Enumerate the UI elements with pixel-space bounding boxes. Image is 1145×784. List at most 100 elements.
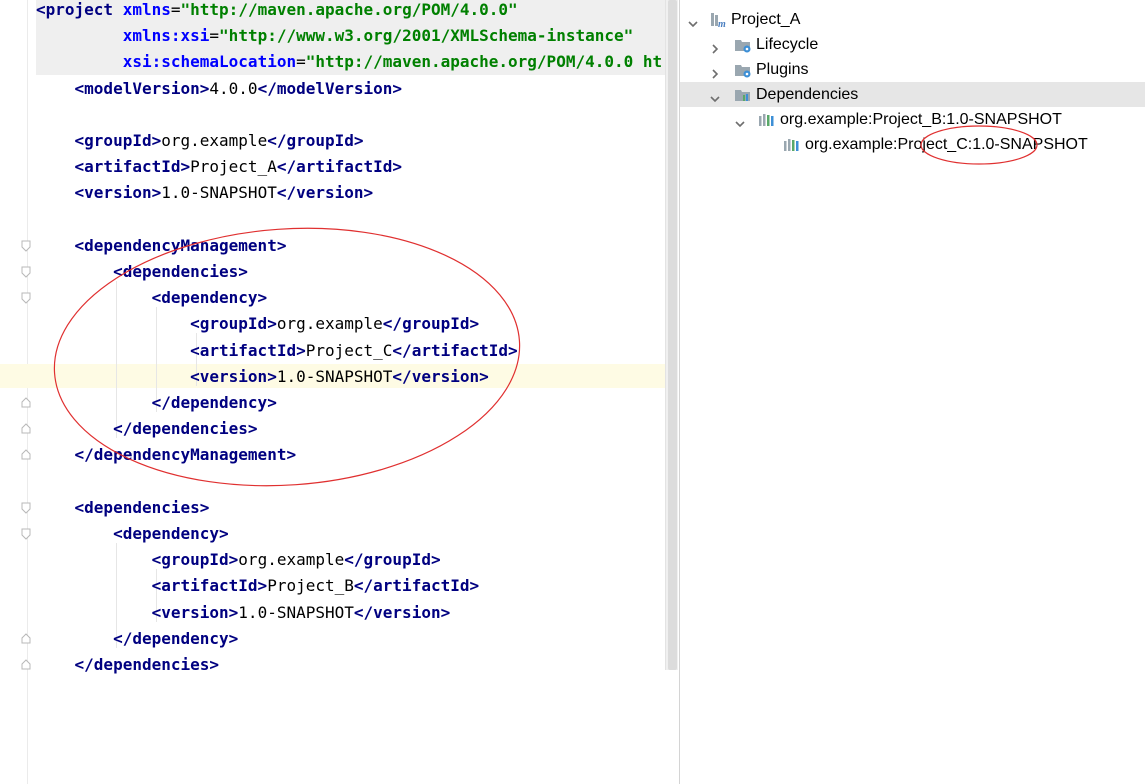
code-line[interactable]: <groupId>org.example</groupId>: [36, 547, 441, 573]
tree-item-label: Project_A: [731, 11, 801, 28]
code-line[interactable]: </dependencies>: [36, 652, 220, 678]
xml-tag: <artifactId>: [74, 157, 191, 177]
xml-tag: </dependency>: [113, 628, 239, 648]
xml-tag: <artifactId>: [151, 576, 268, 596]
xml-text: [36, 498, 75, 517]
code-line[interactable]: <groupId>org.example</groupId>: [36, 311, 479, 337]
code-line[interactable]: <version>1.0-SNAPSHOT</version>: [36, 600, 451, 626]
xml-tag: </groupId>: [344, 550, 441, 570]
xml-tag: </dependencies>: [113, 419, 258, 439]
xml-tag: </artifactId>: [392, 340, 518, 360]
code-line[interactable]: </dependency>: [36, 626, 238, 652]
xml-text: 1.0-SNAPSHOT: [161, 183, 277, 203]
code-line[interactable]: xsi:schemaLocation="http://maven.apache.…: [36, 49, 665, 76]
maven-module-icon: m: [709, 11, 727, 30]
library-icon: [783, 136, 801, 154]
xml-tag: <modelVersion>: [74, 78, 210, 98]
svg-text:m: m: [718, 19, 726, 29]
code-line[interactable]: </dependencies>: [36, 416, 258, 442]
code-line[interactable]: <dependency>: [36, 521, 229, 547]
code-line[interactable]: <dependencyManagement>: [36, 233, 287, 259]
tree-item-project-b[interactable]: org.example:Project_B:1.0-SNAPSHOT: [680, 107, 1145, 132]
xml-text: [36, 183, 75, 202]
fold-end-icon[interactable]: [20, 423, 32, 435]
library-icon: [758, 111, 776, 129]
tree-item-plugins[interactable]: Plugins: [680, 57, 1145, 82]
xml-tag: </artifactId>: [276, 157, 403, 177]
code-line[interactable]: <dependencies>: [36, 259, 248, 285]
xml-text: [36, 52, 123, 71]
xml-text: org.example: [238, 550, 345, 570]
code-line[interactable]: <artifactId>Project_C</artifactId>: [36, 338, 518, 364]
xml-text: [36, 524, 113, 543]
xml-text: [36, 26, 123, 45]
fold-start-icon[interactable]: [20, 292, 32, 304]
xml-text: 1.0-SNAPSHOT: [238, 602, 354, 622]
xml-text: Project_A: [190, 157, 277, 177]
chevron-down-icon[interactable]: [709, 88, 721, 103]
xml-text: [36, 367, 190, 386]
fold-start-icon[interactable]: [20, 502, 32, 514]
xml-text: [36, 157, 75, 176]
code-line[interactable]: </dependencyManagement>: [36, 442, 297, 468]
code-line[interactable]: <artifactId>Project_A</artifactId>: [36, 154, 403, 180]
tree-item-project-a[interactable]: m Project_A: [680, 7, 1145, 32]
xml-tag: <artifactId>: [190, 340, 306, 360]
code-line[interactable]: <groupId>org.example</groupId>: [36, 128, 364, 154]
xml-text: [36, 603, 152, 622]
xml-text: [36, 629, 113, 648]
xml-text: [36, 262, 113, 281]
fold-end-icon[interactable]: [20, 659, 32, 671]
plugins-folder-icon: [734, 61, 752, 79]
xml-tag: <groupId>: [151, 550, 239, 570]
xml-text: org.example: [276, 314, 383, 334]
xml-tag: </dependencyManagement>: [74, 445, 297, 465]
fold-start-icon[interactable]: [20, 266, 32, 278]
xml-tag: </dependency>: [151, 393, 277, 412]
code-line[interactable]: xmlns:xsi="http://www.w3.org/2001/XMLSch…: [36, 23, 665, 50]
xml-text: [36, 445, 75, 464]
xml-tag: </version>: [392, 366, 489, 386]
code-line[interactable]: <artifactId>Project_B</artifactId>: [36, 573, 480, 599]
tree-item-label: Lifecycle: [756, 36, 819, 53]
code-line[interactable]: <dependency>: [36, 285, 268, 311]
code-line[interactable]: <modelVersion>4.0.0</modelVersion>: [36, 76, 403, 102]
code-editor[interactable]: <project xmlns="http://maven.apache.org/…: [0, 0, 678, 784]
tree-item-label: org.example:Project_C:1.0-SNAPSHOT: [805, 136, 1088, 153]
fold-end-icon[interactable]: [20, 633, 32, 645]
xml-text: =: [170, 0, 181, 19]
tree-item-label: Plugins: [756, 61, 809, 78]
editor-gutter: [0, 0, 31, 784]
tree-item-label: org.example:Project_B:1.0-SNAPSHOT: [780, 111, 1062, 128]
lifecycle-folder-icon: [734, 36, 752, 54]
code-line[interactable]: </dependency>: [36, 390, 277, 416]
tree-item-lifecycle[interactable]: Lifecycle: [680, 32, 1145, 57]
xml-attribute: xmlns:xsi: [122, 26, 210, 46]
code-line[interactable]: <dependencies>: [36, 495, 210, 521]
code-line[interactable]: <version>1.0-SNAPSHOT</version>: [36, 364, 489, 390]
fold-end-icon[interactable]: [20, 397, 32, 409]
xml-value: "http://www.w3.org/2001/XMLSchema-instan…: [219, 26, 634, 46]
xml-text: 4.0.0: [209, 78, 258, 98]
xml-text: [36, 419, 113, 438]
xml-text: [36, 131, 75, 150]
code-line[interactable]: <project xmlns="http://maven.apache.org/…: [36, 0, 665, 23]
chevron-down-icon[interactable]: [734, 113, 746, 128]
fold-start-icon[interactable]: [20, 240, 32, 252]
xml-text: Project_C: [305, 340, 393, 360]
fold-start-icon[interactable]: [20, 528, 32, 540]
chevron-right-icon[interactable]: [709, 38, 721, 54]
chevron-right-icon[interactable]: [709, 63, 721, 79]
code-line[interactable]: <version>1.0-SNAPSHOT</version>: [36, 180, 374, 206]
editor-scrollbar[interactable]: [665, 0, 678, 670]
xml-value: "http://maven.apache.org/POM/4.0.0": [180, 0, 518, 19]
xml-tag: <dependencyManagement>: [74, 235, 287, 255]
xml-tag: <dependencies>: [113, 262, 248, 281]
tree-item-project-c[interactable]: org.example:Project_C:1.0-SNAPSHOT: [680, 132, 1145, 157]
tree-item-dependencies[interactable]: Dependencies: [680, 82, 1145, 107]
editor-scrollbar-thumb[interactable]: [668, 0, 677, 670]
fold-end-icon[interactable]: [20, 449, 32, 461]
xml-tag: <version>: [74, 183, 162, 203]
chevron-down-icon[interactable]: [687, 13, 699, 28]
xml-tag: <version>: [151, 602, 239, 622]
